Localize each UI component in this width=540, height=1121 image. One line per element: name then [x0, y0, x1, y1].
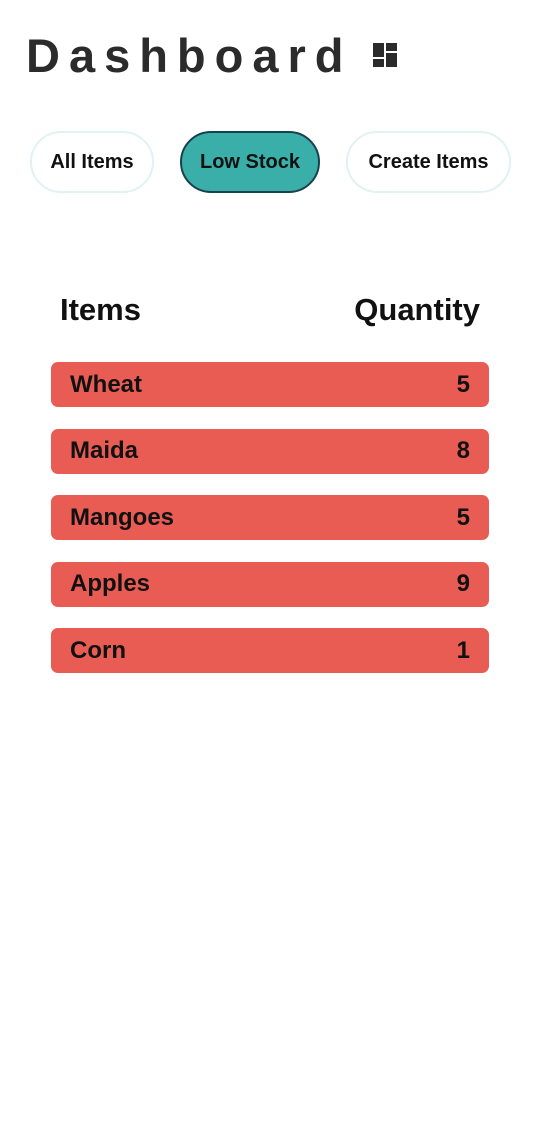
table-header: Items Quantity	[60, 292, 480, 328]
tab-create-items[interactable]: Create Items	[346, 131, 511, 193]
item-quantity: 5	[456, 503, 470, 531]
column-header-items: Items	[60, 292, 141, 327]
item-name: Mangoes	[70, 503, 175, 531]
item-name: Apples	[70, 570, 151, 597]
table-row[interactable]: Apples 9	[51, 561, 489, 607]
item-quantity: 5	[456, 370, 470, 398]
tab-low-stock[interactable]: Low Stock	[180, 131, 320, 193]
tab-all-items[interactable]: All Items	[30, 131, 154, 193]
table-row[interactable]: Wheat 5	[51, 362, 489, 407]
table-row[interactable]: Maida 8	[51, 428, 489, 474]
table-row[interactable]: Corn 1	[51, 628, 489, 673]
filter-tabs: All Items Low Stock Create Items	[0, 131, 540, 197]
item-name: Wheat	[70, 370, 142, 398]
dashboard-icon[interactable]	[371, 41, 399, 69]
column-header-quantity: Quantity	[354, 292, 480, 327]
page-title: Dashboard	[26, 28, 353, 82]
item-quantity: 9	[456, 570, 470, 597]
item-quantity: 1	[456, 636, 470, 664]
item-name: Corn	[70, 636, 126, 664]
table-row[interactable]: Mangoes 5	[51, 495, 489, 540]
item-name: Maida	[70, 437, 139, 464]
low-stock-list: Wheat 5 Maida 8 Mangoes 5 Apples 9 Corn …	[51, 362, 489, 695]
header: Dashboard	[26, 26, 399, 84]
item-quantity: 8	[456, 437, 470, 464]
